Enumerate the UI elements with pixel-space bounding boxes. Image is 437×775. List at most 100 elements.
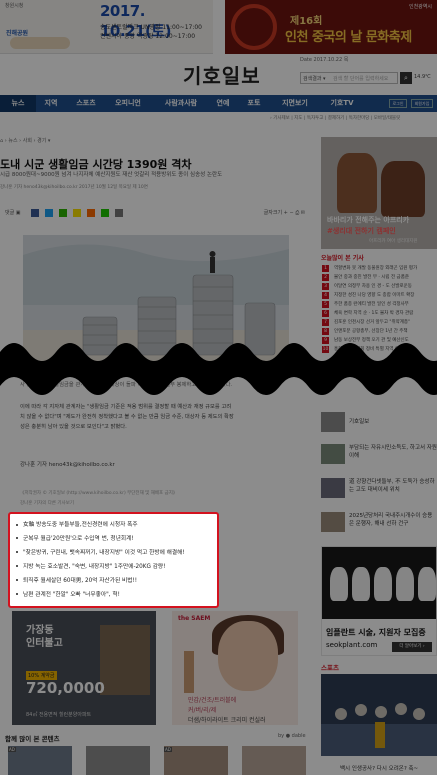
other-articles-link[interactable]: 강나훈 기자의 다른 기사보기: [20, 500, 74, 506]
cosmetics-ad[interactable]: the SAEM 민감/건조/트러블에 커/버/리/제 더샘/하이라이트 크리미…: [172, 611, 298, 725]
nav-item-kiho-tv[interactable]: 기호TV: [322, 95, 362, 112]
ad-pill-shape: [10, 37, 70, 49]
site-logo[interactable]: 기호일보: [183, 60, 261, 89]
ad-line: 송도센트럴파크 UN광장 11:00~17:00: [100, 24, 202, 31]
thumbnail[interactable]: [242, 746, 306, 775]
reporter-email[interactable]: 강나훈 기자 heno43k@kihoilbo.co.kr: [20, 460, 115, 468]
twitter-icon[interactable]: [45, 209, 53, 217]
comment-count[interactable]: 댓글 ▣: [5, 209, 21, 216]
most-read-item[interactable]: 1 역할변화 못 개발 동물원장 외래곤 입원 평가: [321, 264, 437, 273]
nav-item-epaper[interactable]: 지면보기: [273, 95, 317, 112]
bullet-icon: [16, 523, 18, 526]
search-input[interactable]: 검색 할 단어를 입력하세요: [333, 75, 388, 82]
sub-nav-links[interactable]: › 기사제보 | 지도 | 독자투고 | 결제하기 | 독자한마당 | 모바일/…: [270, 113, 437, 125]
thumbnail[interactable]: [86, 746, 150, 775]
article-subhead: 시급 8000원대~9000원 넘겨 나지자체 예산지원도 재산 엇갈리 적용방…: [0, 172, 223, 178]
kakaostory-icon[interactable]: [87, 209, 95, 217]
top-banner-ad-left[interactable]: 창원시청 진해공원 2017. 10.21(토) 송도센트럴파크 UN광장 11…: [0, 0, 213, 54]
top-banner-ad-right[interactable]: 인천광역시 제16회 인천 중국의 날 문화축제: [225, 0, 437, 54]
side-news-item[interactable]: 2025년당처리 국내주시개수이 승용은 운행자, 해내 선하 건구: [321, 512, 437, 538]
charity-ad[interactable]: 바바리가 전해주는 아프리카 #생리대 전하기 캠페인 아프리카 여아 생리대지…: [321, 137, 437, 249]
side-news-item[interactable]: 기호일보: [321, 412, 437, 434]
nav-item-sports[interactable]: 스포츠: [68, 95, 104, 112]
side-news-item[interactable]: 道 강향건다넷들부, 不 도둑가 승성하는 고도 대비이세 위치: [321, 478, 437, 502]
nav-item-entertainment[interactable]: 연예: [210, 95, 236, 112]
ad-line: 커/버/리/제: [188, 707, 217, 714]
login-button[interactable]: 로그인: [389, 99, 407, 108]
search-icon[interactable]: ⌕: [400, 72, 412, 84]
apartment-ad[interactable]: 가장동 인터불고 10% 계약금 720,0000 84㎡ 전용면적 힐런분양아…: [12, 611, 156, 725]
naver-band-icon[interactable]: [59, 209, 67, 217]
teeth-image: [322, 547, 436, 619]
most-read-item-text: 불안 중과 중진 발전 무 · 시립 전 금품준: [334, 275, 409, 280]
related-link[interactable]: 퇴직후 월세살던 60대男, 20억 자산가된 비법!!: [16, 575, 211, 589]
header-date: Date 2017.10.22 목: [300, 57, 349, 63]
join-button[interactable]: 회원가입: [411, 99, 433, 108]
most-read-item[interactable]: 2 불안 중과 중진 발전 무 · 시립 전 금품준: [321, 273, 437, 282]
search-scope-select[interactable]: 검색결과 ▾: [303, 75, 326, 82]
sports-photo[interactable]: [321, 674, 437, 756]
related-link[interactable]: "찾은방귀, 구린내, 뱃속찌꺼기, 내장지방" 이것 먹고 한방에 해결해!: [16, 547, 211, 561]
related-link[interactable]: 지방 녹는 효소발견, "숙변, 내장지방" 1주만에-20KG 감량!: [16, 561, 211, 575]
news-thumbnail: [321, 412, 345, 432]
side-news-text: 2025년당처리 국내주시개수이 승용은 운행자, 해내 선하 건구: [349, 513, 433, 527]
most-read-item[interactable]: 5 주한 품종 런에티 발전 일인 성 걱정사부: [321, 300, 437, 309]
nav-item-news[interactable]: 뉴스: [0, 95, 36, 112]
ad-line: 더샘/하이라이트 크리미 컨실러: [188, 717, 266, 724]
related-link[interactable]: 군복무 월급'20만원'으로 수입역 번, 청년회계!: [16, 533, 211, 547]
most-read-item[interactable]: 3 이달연 의정부 차용 인 경 - 도 선발로운동: [321, 282, 437, 291]
child-figure: [381, 161, 425, 217]
rank-number: 6: [322, 310, 329, 317]
most-read-item-text: 김포훈 인천시장 선거 앞두고 "취약계층": [334, 320, 411, 325]
ad-line: 아프리카 여아 생리대지원: [369, 239, 418, 244]
most-read-item-text: 이달연 의정부 차용 인 경 - 도 선발로운동: [334, 284, 412, 289]
kakao-icon[interactable]: [73, 209, 81, 217]
most-read-item-text: 역할변화 못 개발 동물원장 외래곤 입원 평가: [334, 266, 418, 271]
most-read-item-text: 체육 변학 지역 순 · 1도 불차 박 경자 관람: [334, 311, 414, 316]
popular-thumbnails: AD AD: [8, 746, 306, 775]
rank-number: 2: [322, 274, 329, 281]
nav-item-photo[interactable]: 포토: [240, 95, 268, 112]
thumbnail[interactable]: [164, 746, 228, 775]
font-size-controls[interactable]: 글자크기 + − ⎙ ✉: [264, 209, 305, 216]
thumbnail[interactable]: [8, 746, 72, 775]
most-read-item[interactable]: 6 체육 변학 지역 순 · 1도 불차 박 경자 관람: [321, 309, 437, 318]
bullet-icon: [16, 593, 18, 596]
ad-tag: AD: [8, 747, 16, 752]
related-link[interactable]: 남편 관계전 "한알" 오빠 "너무좋아", 헉!: [16, 589, 211, 603]
related-link[interactable]: 女軸 방송도중 부들부들,전신경련에 시청자 폭주: [16, 519, 211, 533]
most-read-item-text: 주한 품종 런에티 발전 일인 성 걱정사부: [334, 302, 409, 307]
line-icon[interactable]: [101, 209, 109, 217]
child-figure: [337, 153, 377, 213]
model-face-shape: [218, 621, 278, 691]
share-toolbar: 댓글 ▣ 글자크기 + − ⎙ ✉: [5, 208, 305, 218]
side-news-item[interactable]: 부담되는 자유시민소득도, 하고서 자원이해: [321, 444, 437, 468]
nav-item-people[interactable]: 사람과사람: [153, 95, 209, 112]
share-link-icon[interactable]: [115, 209, 123, 217]
most-read-item[interactable]: 4 지정한 성진 나당 영향 도 종합 이마트 확장: [321, 291, 437, 300]
article-body-paragraph: 성은 충분히 남아 있을 것으로 보인다"고 밝혔다.: [20, 424, 127, 430]
most-read-item-text: 지정한 성진 나당 영향 도 종합 이마트 확장: [334, 293, 415, 298]
rank-number: 1: [322, 265, 329, 272]
most-read-item[interactable]: 7 김포훈 인천시장 선거 앞두고 "취약계층": [321, 318, 437, 327]
ad-line: 컨벤시아 중앙 역광장 12:00~17:00: [100, 33, 196, 40]
rank-number: 4: [322, 292, 329, 299]
ad-brand: 인천광역시: [408, 4, 432, 10]
learn-more-button[interactable]: 더 알아보기 ›: [392, 642, 432, 652]
breadcrumb[interactable]: ⌂ › 뉴스 › 사회 › 경기 ▾: [0, 137, 50, 144]
implant-ad[interactable]: 임플란트 시술, 지원자 모집중 seokplant.com 더 알아보기 ›: [321, 546, 437, 656]
building-image: [100, 625, 150, 695]
search-box[interactable]: 검색결과 ▾ 검색 할 단어를 입력하세요: [300, 72, 398, 84]
sports-scene: [321, 674, 437, 756]
concealer-product: [184, 651, 194, 693]
nav-item-opinion[interactable]: 오피니언: [107, 95, 149, 112]
facebook-icon[interactable]: [31, 209, 39, 217]
tooth-shape: [374, 567, 392, 601]
ad-title: 인천 중국의 날 문화축제: [285, 30, 412, 45]
tooth-shape: [418, 567, 436, 601]
nav-item-region[interactable]: 지역: [36, 95, 66, 112]
related-link-text: 군복무 월급'20만원'으로 수입역 번, 청년회계!: [23, 535, 134, 542]
ad-footer: 84㎡ 전용면적 힐런분양아파트: [26, 712, 92, 718]
sports-caption[interactable]: 백시 인생공사? 다시 오려온? 축~: [340, 764, 418, 772]
dable-attribution[interactable]: by ● dable: [278, 733, 306, 739]
